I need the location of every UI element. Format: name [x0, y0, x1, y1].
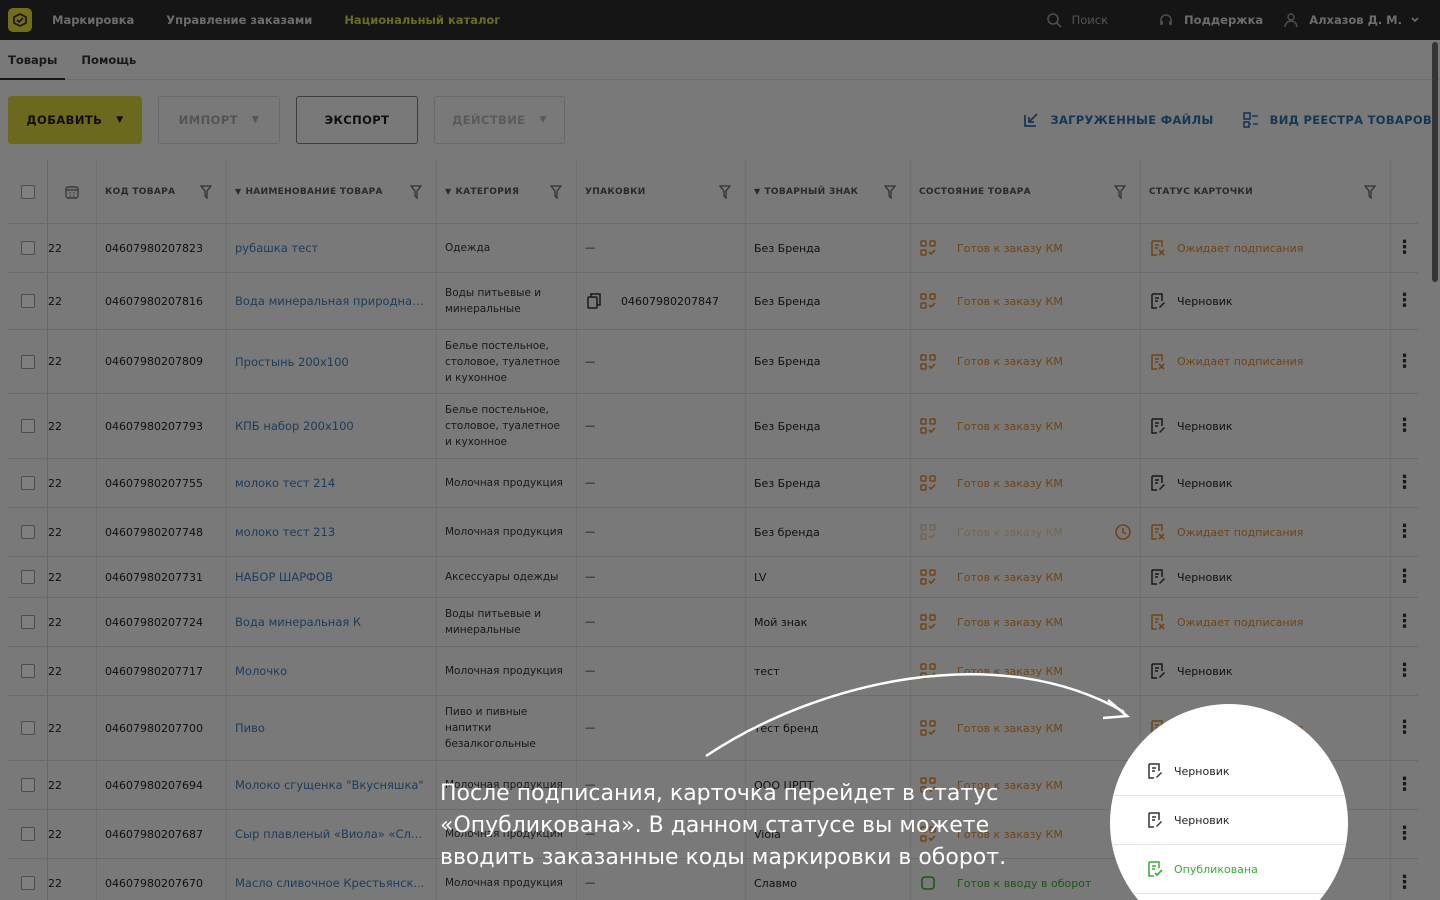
- caption-line: вводить заказанные коды маркировки в обо…: [440, 845, 1007, 870]
- tutorial-arrow: [705, 672, 1131, 758]
- caption-line: «Опубликована». В данном статусе вы може…: [440, 813, 990, 838]
- caption-line: После подписания, карточка перейдет в ст…: [440, 781, 999, 806]
- tutorial-caption: После подписания, карточка перейдет в ст…: [440, 778, 1020, 874]
